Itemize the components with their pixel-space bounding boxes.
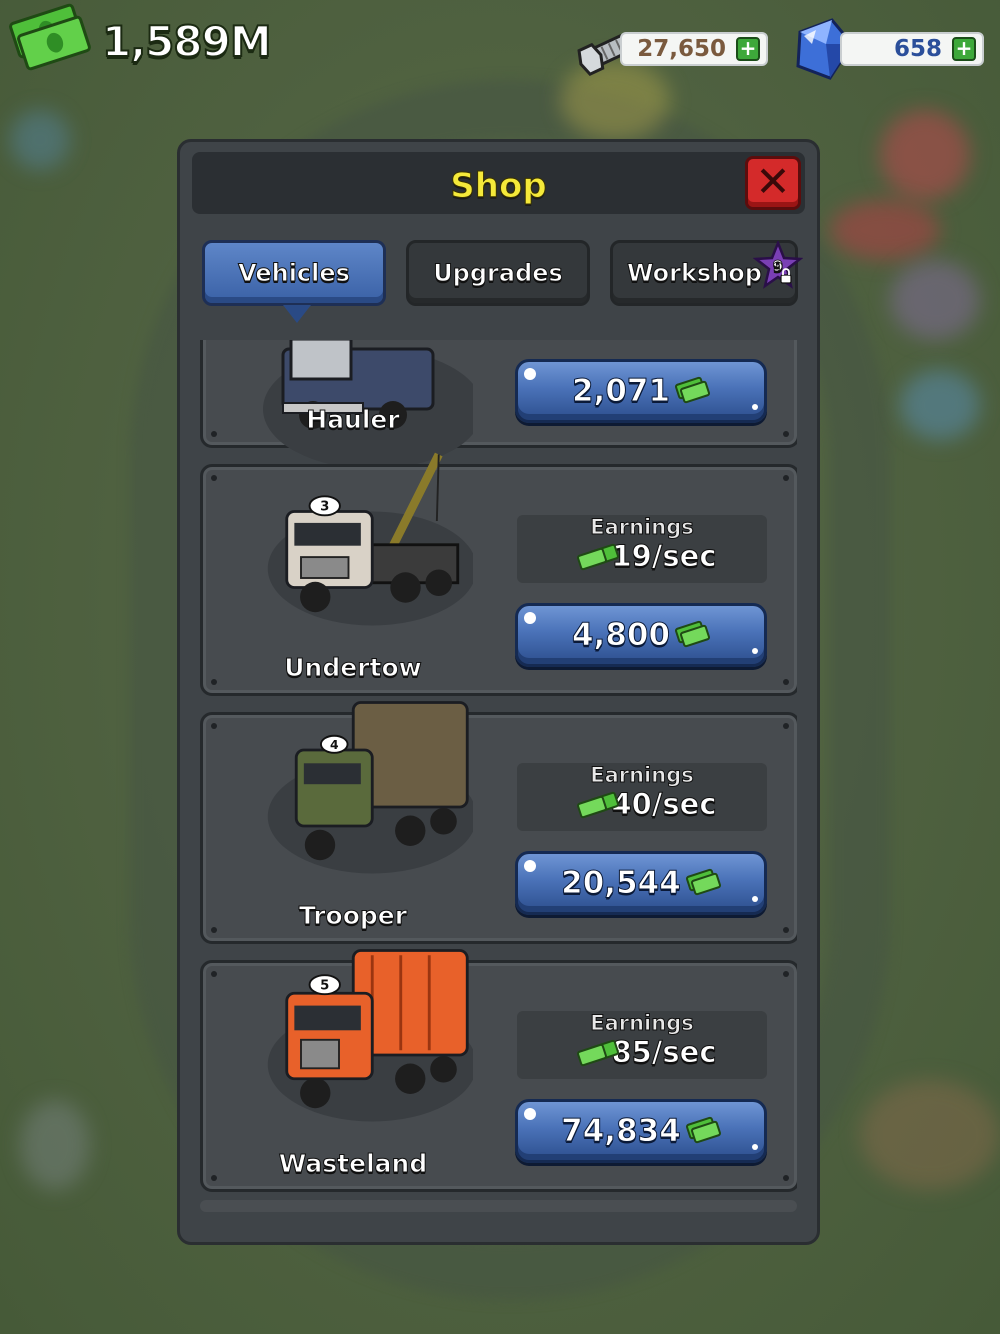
shop-header: Shop	[192, 152, 805, 214]
money-value: 1,589M	[101, 16, 273, 67]
vehicle-name: Wasteland	[278, 1149, 428, 1179]
trooper-truck-icon: 4	[267, 701, 473, 874]
add-gems-button[interactable]: +	[952, 37, 976, 61]
vehicle-card-hauler: Hauler 2,071	[200, 340, 797, 469]
money-counter: 1,589M	[7, 2, 273, 72]
cash-icon	[7, 2, 93, 72]
vehicle-name: Hauler	[306, 405, 400, 435]
vehicle-card-undertow: 3 Undertow Earnings 19/sec 4,800	[200, 452, 797, 696]
shop-title: Shop	[450, 166, 547, 207]
buy-wasteland-button[interactable]: 74,834	[515, 1099, 767, 1163]
next-card-edge	[200, 1200, 797, 1212]
undertow-truck-icon: 3	[267, 452, 473, 626]
vehicle-list[interactable]: Hauler 2,071 3 Undertow Earnings 19/sec …	[200, 340, 797, 1202]
cash-icon	[674, 376, 711, 404]
bolts-value: 27,650	[637, 36, 726, 62]
cash-icon	[685, 1116, 722, 1144]
vehicle-name: Trooper	[298, 901, 408, 931]
earnings-label: Earnings	[590, 763, 695, 788]
price-value: 20,544	[561, 865, 682, 902]
cash-icon	[685, 868, 722, 896]
earnings-box: Earnings 19/sec	[517, 515, 767, 583]
shop-tabs: Vehicles Upgrades Workshop 9	[202, 240, 803, 323]
tab-upgrades[interactable]: Upgrades	[406, 240, 590, 306]
add-bolts-button[interactable]: +	[736, 37, 760, 61]
bolts-counter: 27,650 +	[620, 32, 768, 66]
earnings-label: Earnings	[590, 515, 695, 540]
wasteland-truck-icon: 5	[267, 949, 473, 1122]
cash-icon	[573, 791, 621, 819]
vehicle-card-wasteland: 5 Wasteland Earnings 85/sec 74,834	[200, 949, 797, 1192]
workshop-badge-count: 9	[773, 257, 783, 275]
vehicle-card-trooper: 4 Trooper Earnings 40/sec 20,544	[200, 701, 797, 944]
tab-label: Vehicles	[238, 259, 351, 288]
vehicle-name: Undertow	[284, 653, 423, 683]
price-value: 2,071	[571, 373, 671, 410]
gems-value: 658	[893, 36, 942, 62]
cash-icon	[573, 543, 621, 571]
star-lock-icon: 9	[753, 241, 803, 289]
truck-number: 4	[330, 738, 339, 752]
buy-hauler-button[interactable]: 2,071	[515, 359, 767, 423]
tab-label: Workshop	[627, 259, 763, 288]
gems-counter: 658 +	[840, 32, 984, 66]
tab-label: Upgrades	[433, 259, 564, 288]
earnings-value: 19/sec	[517, 539, 767, 574]
close-button[interactable]: ✕	[745, 156, 801, 210]
earnings-label: Earnings	[590, 1011, 695, 1036]
earnings-box: Earnings 85/sec	[517, 1011, 767, 1079]
truck-number: 3	[320, 500, 329, 515]
price-value: 4,800	[571, 617, 671, 654]
price-value: 74,834	[561, 1113, 682, 1150]
cash-icon	[674, 620, 711, 648]
earnings-value: 85/sec	[517, 1035, 767, 1070]
close-icon: ✕	[755, 157, 791, 206]
shop-panel: Shop ✕ Vehicles Upgrades Workshop 9 Haul…	[177, 139, 820, 1245]
tab-vehicles[interactable]: Vehicles	[202, 240, 386, 323]
earnings-box: Earnings 40/sec	[517, 763, 767, 831]
buy-trooper-button[interactable]: 20,544	[515, 851, 767, 915]
cash-icon	[573, 1039, 621, 1067]
tab-workshop[interactable]: Workshop 9	[610, 240, 803, 306]
earnings-value: 40/sec	[517, 787, 767, 822]
buy-undertow-button[interactable]: 4,800	[515, 603, 767, 667]
truck-number: 5	[320, 978, 329, 993]
